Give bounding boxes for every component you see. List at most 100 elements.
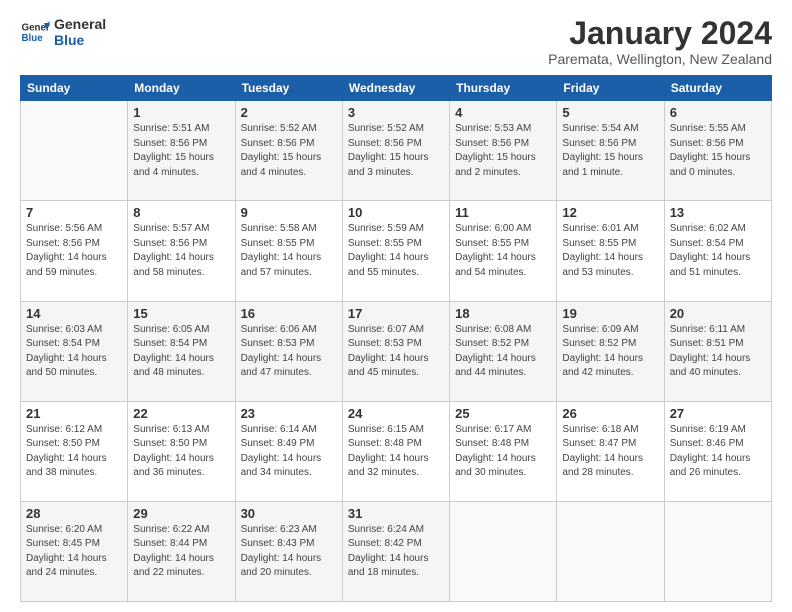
day-info: Sunrise: 6:11 AMSunset: 8:51 PMDaylight:… — [670, 323, 766, 381]
day-info: Sunrise: 5:51 AMSunset: 8:56 PMDaylight:… — [133, 122, 229, 180]
day-number: 22 — [133, 406, 229, 421]
day-info: Sunrise: 6:13 AMSunset: 8:50 PMDaylight:… — [133, 423, 229, 481]
day-info: Sunrise: 6:19 AMSunset: 8:46 PMDaylight:… — [670, 423, 766, 481]
day-info: Sunrise: 6:09 AMSunset: 8:52 PMDaylight:… — [562, 323, 658, 381]
day-number: 15 — [133, 306, 229, 321]
table-row — [450, 501, 557, 601]
table-row: 3 Sunrise: 5:52 AMSunset: 8:56 PMDaylight… — [342, 101, 449, 201]
table-row: 2Sunrise: 5:52 AMSunset: 8:56 PMDaylight… — [235, 101, 342, 201]
col-monday: Monday — [128, 76, 235, 101]
table-row: 24 Sunrise: 6:15 AMSunset: 8:48 PMDayligh… — [342, 401, 449, 501]
day-info: Sunrise: 6:00 AMSunset: 8:55 PMDaylight:… — [455, 222, 551, 280]
day-info: Sunrise: 6:20 AMSunset: 8:45 PMDaylight:… — [26, 523, 122, 581]
table-row: 9 Sunrise: 5:58 AMSunset: 8:55 PMDaylight… — [235, 201, 342, 301]
day-info: Sunrise: 5:58 AMSunset: 8:55 PMDaylight:… — [241, 222, 337, 280]
day-info: Sunrise: 6:03 AMSunset: 8:54 PMDaylight:… — [26, 323, 122, 381]
day-info: Sunrise: 6:05 AMSunset: 8:54 PMDaylight:… — [133, 323, 229, 381]
day-number: 8 — [133, 205, 229, 220]
day-info: Sunrise: 6:15 AMSunset: 8:48 PMDaylight:… — [348, 423, 444, 481]
logo-blue: Blue — [54, 32, 106, 48]
table-row: 18 Sunrise: 6:08 AMSunset: 8:52 PMDayligh… — [450, 301, 557, 401]
table-row: 13 Sunrise: 6:02 AMSunset: 8:54 PMDayligh… — [664, 201, 771, 301]
day-number: 13 — [670, 205, 766, 220]
day-info: Sunrise: 6:23 AMSunset: 8:43 PMDaylight:… — [241, 523, 337, 581]
table-row: 17Sunrise: 6:07 AMSunset: 8:53 PMDayligh… — [342, 301, 449, 401]
col-tuesday: Tuesday — [235, 76, 342, 101]
day-number: 25 — [455, 406, 551, 421]
day-info: Sunrise: 5:53 AMSunset: 8:56 PMDaylight:… — [455, 122, 551, 180]
day-number: 3 — [348, 105, 444, 120]
table-row: 20 Sunrise: 6:11 AMSunset: 8:51 PMDayligh… — [664, 301, 771, 401]
day-info: Sunrise: 6:02 AMSunset: 8:54 PMDaylight:… — [670, 222, 766, 280]
day-number: 28 — [26, 506, 122, 521]
day-number: 12 — [562, 205, 658, 220]
day-info: Sunrise: 5:52 AMSunset: 8:56 PMDaylight:… — [348, 122, 444, 180]
day-number: 23 — [241, 406, 337, 421]
logo-icon: General Blue — [20, 17, 50, 47]
day-number: 11 — [455, 205, 551, 220]
title-block: January 2024 Paremata, Wellington, New Z… — [548, 16, 772, 67]
day-info: Sunrise: 5:56 AMSunset: 8:56 PMDaylight:… — [26, 222, 122, 280]
day-number: 5 — [562, 105, 658, 120]
table-row: 15 Sunrise: 6:05 AMSunset: 8:54 PMDayligh… — [128, 301, 235, 401]
day-number: 24 — [348, 406, 444, 421]
calendar-week-row: 28 Sunrise: 6:20 AMSunset: 8:45 PMDayligh… — [21, 501, 772, 601]
day-info: Sunrise: 6:12 AMSunset: 8:50 PMDaylight:… — [26, 423, 122, 481]
table-row: 12 Sunrise: 6:01 AMSunset: 8:55 PMDayligh… — [557, 201, 664, 301]
calendar-week-row: 7 Sunrise: 5:56 AMSunset: 8:56 PMDaylight… — [21, 201, 772, 301]
table-row: 26Sunrise: 6:18 AMSunset: 8:47 PMDayligh… — [557, 401, 664, 501]
table-row: 4 Sunrise: 5:53 AMSunset: 8:56 PMDaylight… — [450, 101, 557, 201]
calendar-table: Sunday Monday Tuesday Wednesday Thursday… — [20, 75, 772, 602]
day-number: 27 — [670, 406, 766, 421]
day-number: 20 — [670, 306, 766, 321]
table-row: 22 Sunrise: 6:13 AMSunset: 8:50 PMDayligh… — [128, 401, 235, 501]
calendar-week-row: 1 Sunrise: 5:51 AMSunset: 8:56 PMDaylight… — [21, 101, 772, 201]
day-number: 6 — [670, 105, 766, 120]
table-row — [21, 101, 128, 201]
table-row: 30 Sunrise: 6:23 AMSunset: 8:43 PMDayligh… — [235, 501, 342, 601]
table-row: 1 Sunrise: 5:51 AMSunset: 8:56 PMDaylight… — [128, 101, 235, 201]
table-row: 27 Sunrise: 6:19 AMSunset: 8:46 PMDayligh… — [664, 401, 771, 501]
col-sunday: Sunday — [21, 76, 128, 101]
table-row: 29Sunrise: 6:22 AMSunset: 8:44 PMDayligh… — [128, 501, 235, 601]
day-info: Sunrise: 5:59 AMSunset: 8:55 PMDaylight:… — [348, 222, 444, 280]
page: General Blue General Blue January 2024 P… — [0, 0, 792, 612]
day-info: Sunrise: 6:01 AMSunset: 8:55 PMDaylight:… — [562, 222, 658, 280]
col-thursday: Thursday — [450, 76, 557, 101]
table-row: 25Sunrise: 6:17 AMSunset: 8:48 PMDayligh… — [450, 401, 557, 501]
col-friday: Friday — [557, 76, 664, 101]
day-number: 1 — [133, 105, 229, 120]
day-number: 4 — [455, 105, 551, 120]
day-number: 9 — [241, 205, 337, 220]
table-row: 10Sunrise: 5:59 AMSunset: 8:55 PMDayligh… — [342, 201, 449, 301]
day-info: Sunrise: 5:55 AMSunset: 8:56 PMDaylight:… — [670, 122, 766, 180]
day-number: 18 — [455, 306, 551, 321]
day-info: Sunrise: 6:07 AMSunset: 8:53 PMDaylight:… — [348, 323, 444, 381]
day-info: Sunrise: 6:14 AMSunset: 8:49 PMDaylight:… — [241, 423, 337, 481]
table-row: 5Sunrise: 5:54 AMSunset: 8:56 PMDaylight… — [557, 101, 664, 201]
day-number: 2 — [241, 105, 337, 120]
day-number: 30 — [241, 506, 337, 521]
logo: General Blue General Blue — [20, 16, 106, 48]
table-row: 19 Sunrise: 6:09 AMSunset: 8:52 PMDayligh… — [557, 301, 664, 401]
table-row: 7 Sunrise: 5:56 AMSunset: 8:56 PMDaylight… — [21, 201, 128, 301]
col-wednesday: Wednesday — [342, 76, 449, 101]
day-number: 29 — [133, 506, 229, 521]
day-number: 31 — [348, 506, 444, 521]
day-info: Sunrise: 6:06 AMSunset: 8:53 PMDaylight:… — [241, 323, 337, 381]
day-info: Sunrise: 6:08 AMSunset: 8:52 PMDaylight:… — [455, 323, 551, 381]
day-number: 21 — [26, 406, 122, 421]
day-info: Sunrise: 5:57 AMSunset: 8:56 PMDaylight:… — [133, 222, 229, 280]
logo-general: General — [54, 16, 106, 32]
table-row — [557, 501, 664, 601]
table-row: 21 Sunrise: 6:12 AMSunset: 8:50 PMDayligh… — [21, 401, 128, 501]
table-row: 23 Sunrise: 6:14 AMSunset: 8:49 PMDayligh… — [235, 401, 342, 501]
calendar-week-row: 21 Sunrise: 6:12 AMSunset: 8:50 PMDayligh… — [21, 401, 772, 501]
day-info: Sunrise: 6:24 AMSunset: 8:42 PMDaylight:… — [348, 523, 444, 581]
calendar-header-row: Sunday Monday Tuesday Wednesday Thursday… — [21, 76, 772, 101]
table-row: 28 Sunrise: 6:20 AMSunset: 8:45 PMDayligh… — [21, 501, 128, 601]
day-number: 7 — [26, 205, 122, 220]
day-number: 19 — [562, 306, 658, 321]
col-saturday: Saturday — [664, 76, 771, 101]
month-title: January 2024 — [548, 16, 772, 51]
